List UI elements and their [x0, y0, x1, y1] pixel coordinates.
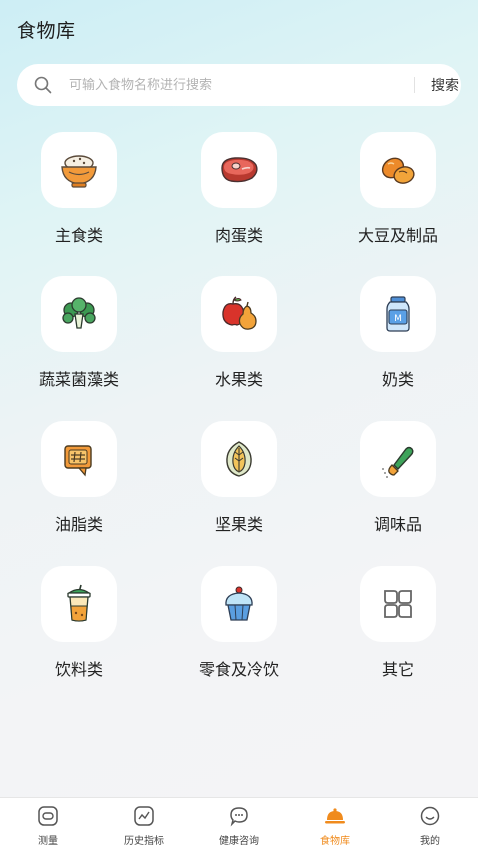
seasoning-icon — [382, 446, 414, 478]
category-drink[interactable]: 饮料类 — [9, 566, 149, 696]
category-tile — [360, 421, 436, 497]
category-tile — [201, 276, 277, 352]
category-tile — [201, 132, 277, 208]
category-meat-egg[interactable]: 肉蛋类 — [169, 132, 309, 262]
category-oil[interactable]: 油脂类 — [9, 421, 149, 551]
category-tile — [360, 566, 436, 642]
category-fruit[interactable]: 水果类 — [169, 276, 309, 406]
category-label: 大豆及制品 — [357, 226, 438, 245]
tab-label: 健康咨询 — [219, 836, 259, 847]
category-seasoning[interactable]: 调味品 — [328, 421, 468, 551]
food-cloche-icon — [325, 808, 345, 824]
meat-icon — [221, 157, 258, 183]
category-milk[interactable]: M 奶类 — [328, 276, 468, 406]
milk-icon: M — [386, 296, 410, 332]
vegetable-icon — [62, 297, 96, 329]
svg-text:M: M — [394, 314, 402, 324]
category-label: 零食及冷饮 — [198, 660, 279, 679]
category-nut[interactable]: 坚果类 — [169, 421, 309, 551]
soybean-icon — [381, 157, 415, 184]
category-label: 水果类 — [214, 370, 263, 389]
tab-profile[interactable]: 我的 — [382, 798, 478, 850]
tab-measure[interactable]: 测量 — [0, 798, 96, 850]
category-label: 饮料类 — [54, 660, 103, 679]
category-tile: M — [360, 276, 436, 352]
category-label: 主食类 — [54, 226, 103, 245]
category-label: 调味品 — [373, 515, 422, 534]
chat-icon — [230, 807, 248, 827]
history-chart-icon — [134, 806, 154, 826]
rice-bowl-icon — [61, 155, 97, 188]
measure-icon — [38, 806, 58, 826]
oil-icon — [64, 445, 92, 477]
tab-label: 测量 — [38, 836, 58, 847]
category-tile — [41, 276, 117, 352]
category-staple-food[interactable]: 主食类 — [9, 132, 149, 262]
category-label: 蔬菜菌藻类 — [38, 370, 119, 389]
category-soybean[interactable]: 大豆及制品 — [328, 132, 468, 262]
tab-label: 食物库 — [320, 836, 350, 847]
nut-icon — [226, 441, 252, 477]
category-other[interactable]: 其它 — [328, 566, 468, 696]
tab-label: 我的 — [420, 836, 440, 847]
tab-label: 历史指标 — [124, 836, 164, 847]
bottom-tab-bar: 测量 历史指标 健康咨询 食物库 我的 — [0, 797, 478, 850]
other-icon — [384, 590, 412, 618]
category-label: 肉蛋类 — [214, 226, 263, 245]
category-label: 油脂类 — [54, 515, 103, 534]
tab-food-library[interactable]: 食物库 — [287, 798, 383, 850]
category-label: 坚果类 — [214, 515, 263, 534]
category-tile — [201, 421, 277, 497]
category-tile — [41, 132, 117, 208]
category-tile — [41, 421, 117, 497]
category-tile — [41, 566, 117, 642]
category-label: 奶类 — [381, 370, 414, 389]
tab-consult[interactable]: 健康咨询 — [191, 798, 287, 850]
tab-history[interactable]: 历史指标 — [96, 798, 192, 850]
cupcake-icon — [225, 586, 253, 621]
category-tile — [360, 132, 436, 208]
category-tile — [201, 566, 277, 642]
category-grid: 主食类 肉蛋类 大豆及制品 蔬菜菌藻类 水果类 M 奶类 油脂类 坚果类 调味品… — [0, 0, 478, 700]
category-label: 其它 — [381, 660, 414, 679]
category-snack[interactable]: 零食及冷饮 — [169, 566, 309, 696]
drink-icon — [66, 584, 92, 622]
fruit-icon — [222, 296, 257, 330]
profile-icon — [420, 806, 440, 826]
category-vegetable[interactable]: 蔬菜菌藻类 — [9, 276, 149, 406]
